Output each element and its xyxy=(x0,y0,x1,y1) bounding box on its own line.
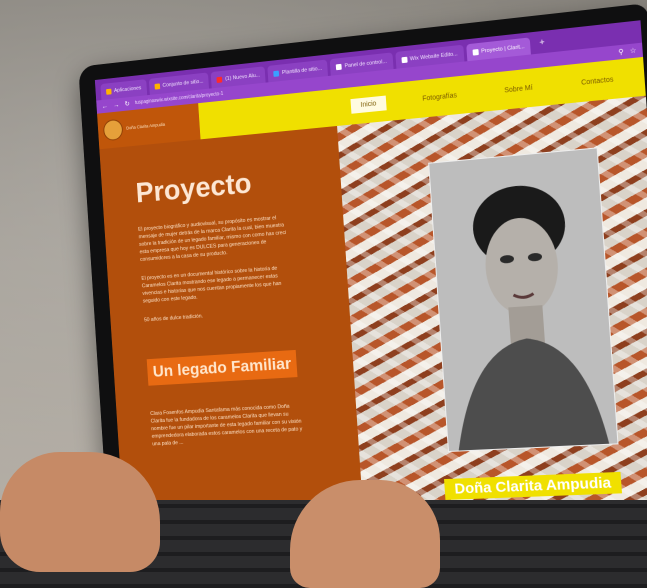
nav-inicio[interactable]: Inicio xyxy=(350,95,387,114)
tab-label: Plantilla de sitio... xyxy=(281,65,323,76)
portrait-illustration xyxy=(429,148,618,451)
photo-scene: Aplicaciones Conjunto de sitio... (1) Nu… xyxy=(0,0,647,588)
portrait-image xyxy=(429,148,618,451)
wix-icon xyxy=(472,48,479,56)
youtube-icon xyxy=(216,76,223,83)
legacy-paragraph: Clara Fosenfos Ampudia Santafama más con… xyxy=(150,403,303,448)
left-hand xyxy=(0,452,160,572)
photo-caption: Doña Clarita Ampudia xyxy=(444,471,623,500)
star-icon[interactable]: ☆ xyxy=(630,46,637,55)
new-tab-button[interactable]: + xyxy=(533,36,551,48)
nav-contactos[interactable]: Contactos xyxy=(570,71,624,92)
intro-paragraph: El proyecto biográfico y audiovisual, su… xyxy=(138,215,287,263)
page-title: Proyecto xyxy=(134,167,253,210)
tab-label: Panel de control... xyxy=(344,58,387,69)
wix-icon xyxy=(335,63,342,70)
tab-label: Aplicaciones xyxy=(113,84,142,94)
text-panel: Proyecto El proyecto biográfico y audiov… xyxy=(99,125,364,522)
candy-background: Doña Clarita Ampudia xyxy=(337,95,647,513)
logo-text: Doña Clarita Ampudia xyxy=(126,122,166,131)
nav-sobre-mi[interactable]: Sobre Mí xyxy=(494,79,543,99)
section-heading: Un legado Familiar xyxy=(146,349,298,386)
reload-icon[interactable]: ↻ xyxy=(124,100,130,108)
tab-label: (1) Nuevo Alu... xyxy=(225,72,261,82)
page-content: Proyecto El proyecto biográfico y audiov… xyxy=(99,95,647,522)
tab-label: Conjunto de sitio... xyxy=(162,78,204,89)
wix-icon xyxy=(273,70,280,77)
portrait-photo xyxy=(428,147,619,453)
tab-label: Proyecto | Clarit... xyxy=(481,43,525,55)
nav-fotografias[interactable]: Fotografías xyxy=(412,87,467,107)
project-paragraph: El proyecto es en un documental históric… xyxy=(141,265,282,305)
page-icon xyxy=(154,82,161,90)
apps-icon xyxy=(105,88,112,95)
tab-label: Wix Website Edito... xyxy=(409,50,458,62)
wix-icon xyxy=(400,56,408,63)
forward-icon[interactable]: → xyxy=(113,101,120,108)
tradition-paragraph: 50 años de dulce tradición. xyxy=(143,313,204,324)
back-icon[interactable]: ← xyxy=(102,103,109,110)
browser-window: Aplicaciones Conjunto de sitio... (1) Nu… xyxy=(94,20,647,522)
search-icon[interactable]: ⚲ xyxy=(618,48,624,57)
logo-icon xyxy=(102,118,124,142)
